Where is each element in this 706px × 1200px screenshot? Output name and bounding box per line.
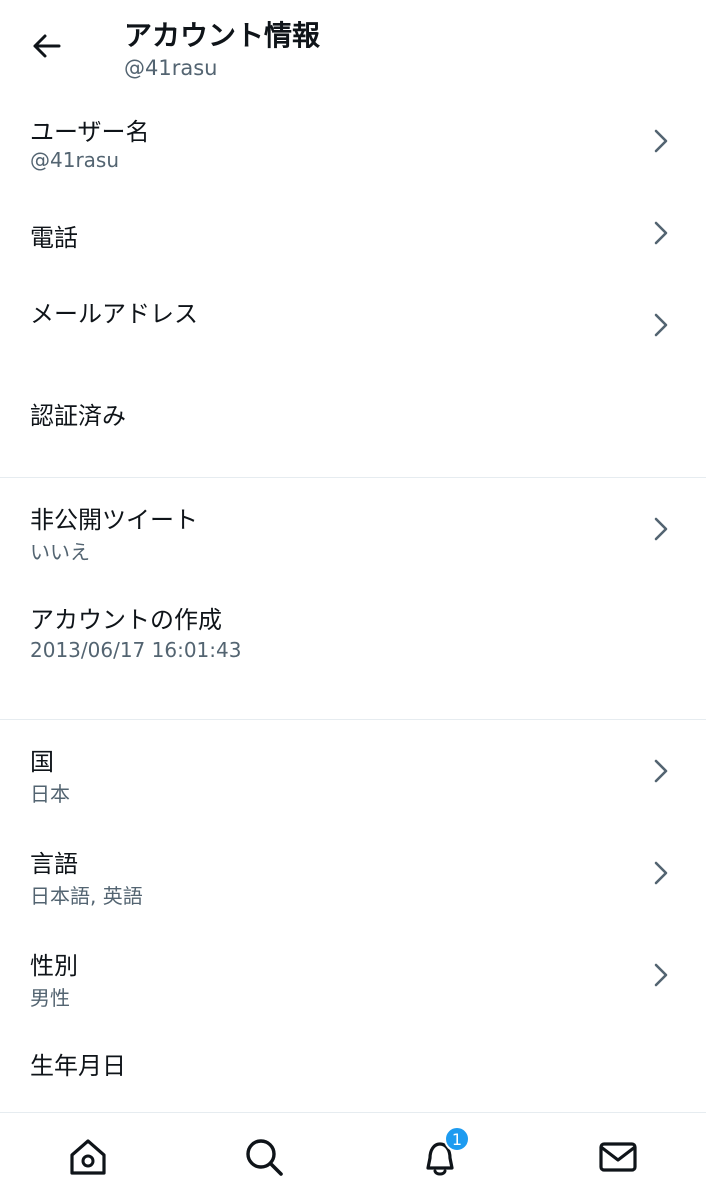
row-gender-label: 性別 bbox=[30, 952, 78, 980]
tab-home[interactable] bbox=[66, 1135, 110, 1179]
row-country[interactable]: 国 日本 bbox=[0, 734, 706, 810]
row-languages-value: 日本語, 英語 bbox=[30, 884, 143, 908]
row-languages[interactable]: 言語 日本語, 英語 bbox=[0, 834, 706, 910]
row-phone[interactable]: 電話 bbox=[0, 196, 706, 272]
account-info-page: アカウント情報 @41rasu ユーザー名 @41rasu 電話 メールアドレス… bbox=[0, 0, 706, 1200]
row-phone-label: 電話 bbox=[30, 224, 78, 252]
chevron-right-icon bbox=[654, 129, 668, 153]
page-subtitle-handle: @41rasu bbox=[124, 56, 218, 80]
chevron-right-icon bbox=[654, 221, 668, 245]
section-divider bbox=[0, 719, 706, 720]
chevron-right-icon bbox=[654, 313, 668, 337]
row-verified-label: 認証済み bbox=[30, 402, 126, 430]
chevron-right-icon bbox=[654, 963, 668, 987]
row-email-label: メールアドレス bbox=[30, 300, 198, 328]
row-country-label: 国 bbox=[30, 748, 54, 776]
row-account-created: アカウントの作成 2013/06/17 16:01:43 bbox=[0, 592, 706, 672]
row-protected-tweets-label: 非公開ツイート bbox=[30, 506, 198, 534]
row-account-created-label: アカウントの作成 bbox=[30, 606, 222, 634]
back-button[interactable] bbox=[26, 26, 66, 66]
tab-search[interactable] bbox=[242, 1135, 286, 1179]
row-gender[interactable]: 性別 男性 bbox=[0, 936, 706, 1012]
page-title: アカウント情報 bbox=[124, 19, 321, 52]
row-account-created-value: 2013/06/17 16:01:43 bbox=[30, 638, 242, 662]
row-username[interactable]: ユーザー名 @41rasu bbox=[0, 100, 706, 184]
row-protected-tweets[interactable]: 非公開ツイート いいえ bbox=[0, 492, 706, 568]
row-birthday-label: 生年月日 bbox=[30, 1052, 126, 1080]
home-icon bbox=[70, 1139, 106, 1175]
back-arrow-icon bbox=[33, 34, 61, 58]
row-username-value: @41rasu bbox=[30, 148, 120, 172]
row-username-label: ユーザー名 bbox=[30, 118, 150, 146]
row-country-value: 日本 bbox=[30, 782, 70, 806]
search-icon bbox=[246, 1139, 283, 1176]
row-birthday: 生年月日 bbox=[0, 1036, 706, 1096]
row-verified: 認証済み bbox=[0, 380, 706, 450]
bottom-tab-bar bbox=[0, 1112, 706, 1200]
chevron-right-icon bbox=[654, 517, 668, 541]
mail-icon bbox=[599, 1142, 637, 1172]
section-divider bbox=[0, 477, 706, 478]
chevron-right-icon bbox=[654, 861, 668, 885]
header: アカウント情報 @41rasu bbox=[0, 0, 706, 96]
row-gender-value: 男性 bbox=[30, 986, 70, 1010]
row-languages-label: 言語 bbox=[30, 850, 78, 878]
tab-messages[interactable] bbox=[596, 1135, 640, 1179]
chevron-right-icon bbox=[654, 759, 668, 783]
row-protected-tweets-value: いいえ bbox=[30, 540, 90, 564]
row-email[interactable]: メールアドレス bbox=[0, 284, 706, 368]
notification-badge: 1 bbox=[444, 1126, 470, 1152]
